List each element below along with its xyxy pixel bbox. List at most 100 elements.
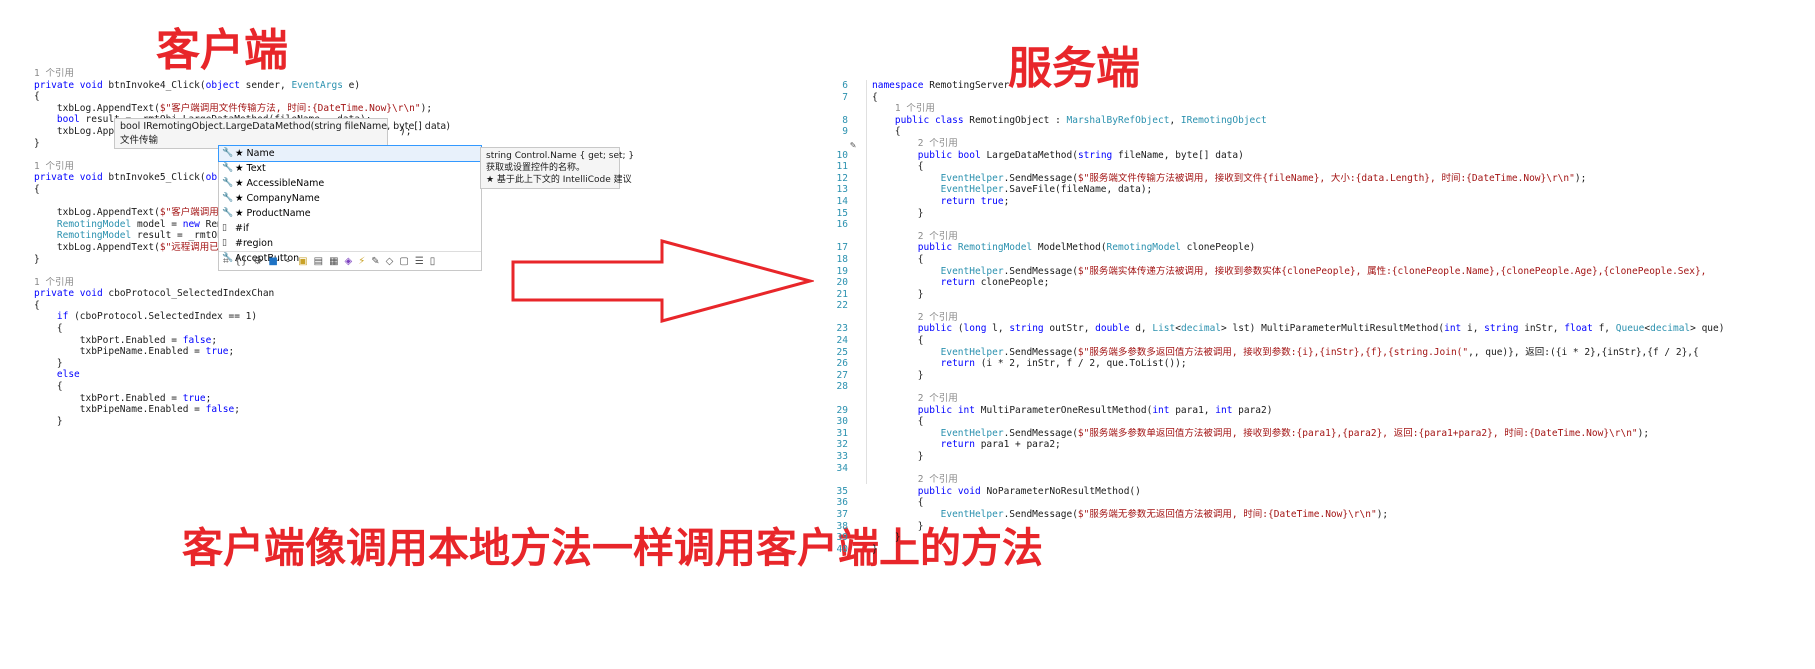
- client-code-line[interactable]: txbPort.Enabled = false;: [34, 335, 484, 347]
- server-code-line[interactable]: public void NoParameterNoResultMethod(): [872, 486, 1807, 498]
- server-code-line[interactable]: {: [872, 92, 1807, 104]
- field-icon[interactable]: ◇: [386, 256, 394, 267]
- reference-count[interactable]: 1 个引用: [34, 277, 74, 288]
- client-code-line[interactable]: txbPipeName.Enabled = false;: [34, 404, 484, 416]
- reference-count[interactable]: 1 个引用: [34, 161, 74, 172]
- method-icon[interactable]: ◈: [345, 256, 353, 267]
- intellisense-item-label: #if: [235, 223, 249, 234]
- struct-icon[interactable]: ▣: [298, 256, 307, 267]
- namespace-icon[interactable]: ⚙: [253, 256, 262, 267]
- server-code-line[interactable]: 2 个引用: [872, 474, 1807, 486]
- server-code-line[interactable]: [872, 300, 1807, 312]
- property-icon[interactable]: ✎: [371, 256, 379, 267]
- intellisense-item[interactable]: ▯ #if: [219, 221, 481, 236]
- line-number: 37: [836, 508, 848, 520]
- server-code-line[interactable]: 2 个引用: [872, 393, 1807, 405]
- server-code-line[interactable]: {: [872, 497, 1807, 509]
- reference-count[interactable]: 1 个引用: [34, 68, 74, 79]
- keyword-icon[interactable]: ☰: [415, 256, 424, 267]
- intellisense-item[interactable]: 🔧 ★ CompanyName: [219, 191, 481, 206]
- server-code-line[interactable]: }: [872, 208, 1807, 220]
- reference-count[interactable]: 1 个引用: [872, 103, 935, 114]
- reference-count[interactable]: 2 个引用: [872, 393, 958, 404]
- server-code-line[interactable]: [872, 463, 1807, 475]
- server-code-line[interactable]: }: [872, 532, 1807, 544]
- server-code-line[interactable]: EventHelper.SendMessage($"服务端无参数无返回值方法被调…: [872, 509, 1807, 521]
- client-code-line[interactable]: 1 个引用: [34, 68, 484, 80]
- server-code-line[interactable]: return clonePeople;: [872, 277, 1807, 289]
- server-code-line[interactable]: public int MultiParameterOneResultMethod…: [872, 405, 1807, 417]
- intellisense-item[interactable]: 🔧 ★ ProductName: [219, 206, 481, 221]
- filter-icon[interactable]: ⌗: [223, 256, 229, 267]
- server-code-line[interactable]: public bool LargeDataMethod(string fileN…: [872, 150, 1807, 162]
- intellisense-item[interactable]: 🔧 ★ Name: [218, 145, 482, 162]
- client-code-line[interactable]: private void btnInvoke4_Click(object sen…: [34, 80, 484, 92]
- enum-icon[interactable]: ▤: [314, 256, 323, 267]
- server-code-line[interactable]: EventHelper.SendMessage($"服务端实体传递方法被调用, …: [872, 266, 1807, 278]
- server-code-line[interactable]: }: [872, 451, 1807, 463]
- server-code-line[interactable]: 2 个引用: [872, 138, 1807, 150]
- intellisense-item[interactable]: 🔧 ★ Text: [219, 161, 481, 176]
- server-code-line[interactable]: public class RemotingObject : MarshalByR…: [872, 115, 1807, 127]
- server-code-line[interactable]: EventHelper.SendMessage($"服务端多参数单返回值方法被调…: [872, 428, 1807, 440]
- edit-pencil-icon[interactable]: ✎: [850, 140, 856, 151]
- server-code-line[interactable]: }: [872, 370, 1807, 382]
- client-code-line[interactable]: {: [34, 300, 484, 312]
- intellisense-item[interactable]: ▯ #region: [219, 236, 481, 251]
- server-code-editor[interactable]: namespace RemotingServer{ 1 个引用 public c…: [872, 80, 1807, 555]
- client-code-line[interactable]: txbLog.AppendText($"客户端调用文件传输方法, 时间:{Dat…: [34, 103, 484, 115]
- local-icon[interactable]: ▢: [399, 256, 408, 267]
- reference-count[interactable]: 2 个引用: [872, 138, 958, 149]
- class-icon[interactable]: ■: [268, 256, 277, 267]
- server-code-line[interactable]: return true;: [872, 196, 1807, 208]
- server-code-line[interactable]: public RemotingModel ModelMethod(Remotin…: [872, 242, 1807, 254]
- delegate-icon[interactable]: ▦: [329, 256, 338, 267]
- client-code-line[interactable]: {: [34, 323, 484, 335]
- server-code-line[interactable]: }: [872, 544, 1807, 556]
- client-code-line[interactable]: 1 个引用: [34, 277, 484, 289]
- reference-count[interactable]: 2 个引用: [872, 231, 958, 242]
- server-code-line[interactable]: 2 个引用: [872, 231, 1807, 243]
- server-code-line[interactable]: }: [872, 289, 1807, 301]
- server-code-line[interactable]: 2 个引用: [872, 312, 1807, 324]
- client-code-line[interactable]: else: [34, 369, 484, 381]
- server-code-line[interactable]: {: [872, 161, 1807, 173]
- client-code-line[interactable]: {: [34, 381, 484, 393]
- client-code-line[interactable]: }: [34, 416, 484, 428]
- intellisense-filter-bar[interactable]: ⌗ {} ⚙ ■ ⚬ ▣ ▤ ▦ ◈ ⚡ ✎ ◇ ▢ ☰ ▯: [219, 251, 481, 270]
- client-code-line[interactable]: }: [34, 358, 484, 370]
- reference-count[interactable]: 2 个引用: [872, 474, 958, 485]
- intellisense-list[interactable]: 🔧 ★ Name 🔧 ★ Text 🔧 ★ AccessibleName 🔧 ★ Compan…: [218, 145, 482, 266]
- signature-text: bool IRemotingObject.LargeDataMethod(str…: [120, 121, 450, 132]
- server-code-line[interactable]: return (i * 2, inStr, f / 2, que.ToList(…: [872, 358, 1807, 370]
- server-code-line[interactable]: {: [872, 416, 1807, 428]
- signature-description: 文件传输: [120, 135, 159, 146]
- interface-icon[interactable]: ⚬: [284, 256, 292, 267]
- client-code-line[interactable]: if (cboProtocol.SelectedIndex == 1): [34, 311, 484, 323]
- server-code-line[interactable]: [872, 219, 1807, 231]
- server-code-line[interactable]: EventHelper.SendMessage($"服务端文件传输方法被调用, …: [872, 173, 1807, 185]
- server-code-line[interactable]: {: [872, 254, 1807, 266]
- client-code-line[interactable]: private void cboProtocol_SelectedIndexCh…: [34, 288, 484, 300]
- server-code-line[interactable]: [872, 381, 1807, 393]
- event-icon[interactable]: ⚡: [358, 256, 365, 267]
- server-code-line[interactable]: public (long l, string outStr, double d,…: [872, 323, 1807, 335]
- client-code-line[interactable]: txbPipeName.Enabled = true;: [34, 346, 484, 358]
- server-code-line[interactable]: 1 个引用: [872, 103, 1807, 115]
- reference-count[interactable]: 2 个引用: [872, 312, 958, 323]
- snippet-icon[interactable]: ▯: [430, 256, 436, 267]
- braces-icon[interactable]: {}: [235, 256, 248, 267]
- server-code-line[interactable]: {: [872, 126, 1807, 138]
- line-number: 27: [836, 369, 848, 381]
- intellisense-popup[interactable]: 🔧 ★ Name 🔧 ★ Text 🔧 ★ AccessibleName 🔧 ★ Compan…: [218, 145, 482, 271]
- server-code-line[interactable]: return para1 + para2;: [872, 439, 1807, 451]
- line-number: 8: [842, 114, 848, 126]
- client-code-line[interactable]: txbPort.Enabled = true;: [34, 393, 484, 405]
- server-code-line[interactable]: namespace RemotingServer: [872, 80, 1807, 92]
- intellisense-item[interactable]: 🔧 ★ AccessibleName: [219, 176, 481, 191]
- server-code-line[interactable]: {: [872, 335, 1807, 347]
- server-code-line[interactable]: EventHelper.SaveFile(fileName, data);: [872, 184, 1807, 196]
- client-code-line[interactable]: {: [34, 91, 484, 103]
- server-code-line[interactable]: EventHelper.SendMessage($"服务端多参数多返回值方法被调…: [872, 347, 1807, 359]
- server-code-line[interactable]: }: [872, 521, 1807, 533]
